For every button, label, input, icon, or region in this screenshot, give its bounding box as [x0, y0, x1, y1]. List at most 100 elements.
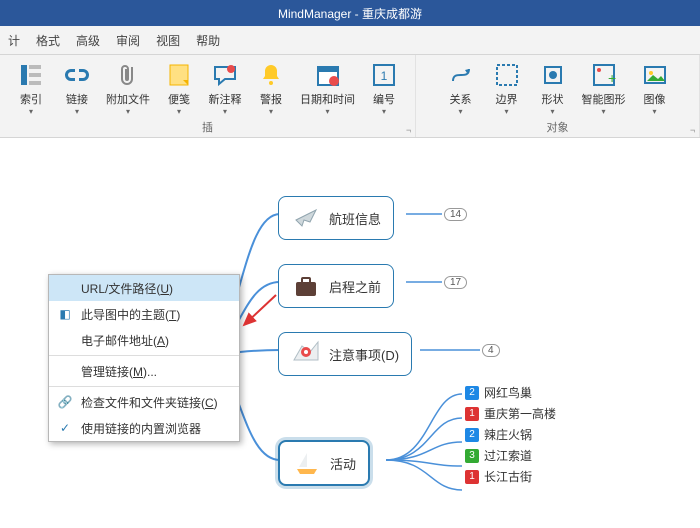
subtopic-label: 辣庄火锅 [484, 426, 532, 443]
dropdown-item[interactable]: 管理链接(M)... [49, 358, 239, 384]
subtopic[interactable]: 1重庆第一高楼 [465, 405, 556, 422]
app-title: MindManager - 重庆成都游 [278, 5, 422, 22]
subtopic-label: 过江索道 [484, 447, 532, 464]
ribbon-attach-button[interactable]: 附加文件 ▾ [100, 59, 156, 115]
relation-icon [447, 61, 475, 89]
menu-item-label: URL/文件路径(U) [81, 280, 173, 297]
chevron-down-icon: ▾ [458, 109, 462, 115]
chevron-down-icon: ▾ [325, 109, 329, 115]
ribbon-image-button[interactable]: 图像▾ [632, 59, 678, 115]
chevron-down-icon: ▾ [550, 109, 554, 115]
topic-count-badge: 14 [444, 208, 467, 221]
number-icon: 1 [370, 61, 398, 89]
ribbon-button-label: 附加文件 [106, 91, 150, 107]
ribbon-group-label: 插 [0, 119, 415, 137]
subtopic[interactable]: 1长江古街 [465, 468, 556, 485]
menu-item[interactable]: 视图 [156, 32, 180, 49]
chevron-down-icon: ▾ [126, 109, 130, 115]
subtopic[interactable]: 2 辣庄火锅 [465, 426, 556, 443]
attach-icon [114, 61, 142, 89]
ribbon-button-label: 编号 [373, 91, 395, 107]
chevron-down-icon: ▾ [223, 109, 227, 115]
link-icon [63, 61, 91, 89]
svg-text:+: + [608, 70, 616, 86]
ribbon-button-label: 新注释 [209, 91, 242, 107]
comment-icon [211, 61, 239, 89]
chevron-down-icon: ▾ [269, 109, 273, 115]
ribbon-bell-button[interactable]: 警报 ▾ [248, 59, 294, 115]
ribbon-button-label: 便笺 [168, 91, 190, 107]
subtopic-label: 网红鸟巢 [484, 384, 532, 401]
menu-item[interactable]: 格式 [36, 32, 60, 49]
menu-item-label: 电子邮件地址(A) [81, 332, 169, 349]
priority-badge: 2 [465, 386, 479, 400]
ribbon-note-button[interactable]: 便笺▾ [156, 59, 202, 115]
chevron-down-icon: ▾ [382, 109, 386, 115]
map-pin-icon [291, 339, 321, 369]
ribbon-relation-button[interactable]: 关系 ▾ [438, 59, 484, 115]
menu-item-icon [57, 363, 73, 379]
ribbon-link-button[interactable]: 链接 ▾ [54, 59, 100, 115]
subtopic[interactable]: 3 过江索道 [465, 447, 556, 464]
dropdown-item[interactable]: ✓使用链接的内置浏览器 [49, 415, 239, 441]
shape-icon [539, 61, 567, 89]
ribbon-boundary-button[interactable]: 边界▾ [484, 59, 530, 115]
ribbon-button-label: 形状 [542, 91, 564, 107]
menu-item-label: 管理链接(M)... [81, 363, 157, 380]
topic-label: 注意事项(D) [329, 345, 399, 364]
topic-label: 活动 [330, 454, 356, 473]
ribbon-comment-button[interactable]: 新注释 ▾ [202, 59, 248, 115]
topic-label: 启程之前 [329, 277, 381, 296]
priority-badge: 3 [465, 449, 479, 463]
menu-item[interactable]: 计 [8, 32, 20, 49]
dropdown-item[interactable]: ◧此导图中的主题(T) [49, 301, 239, 327]
topic-label: 航班信息 [329, 209, 381, 228]
title-bar: MindManager - 重庆成都游 [0, 0, 700, 26]
ribbon-button-label: 智能图形 [582, 91, 626, 107]
menu-item[interactable]: 高级 [76, 32, 100, 49]
subtopic-label: 重庆第一高楼 [484, 405, 556, 422]
calendar-icon [314, 61, 342, 89]
topic-before[interactable]: 启程之前 [278, 264, 394, 308]
annotation-arrow [240, 293, 280, 333]
ribbon-number-button[interactable]: 1 编号 ▾ [361, 59, 407, 115]
ribbon-button-label: 警报 [260, 91, 282, 107]
briefcase-icon [291, 271, 321, 301]
ribbon-index-button[interactable]: 索引▾ [8, 59, 54, 115]
menu-item-icon: ✓ [57, 420, 73, 436]
topic-flight[interactable]: 航班信息 [278, 196, 394, 240]
subtopic-list: 2 网红鸟巢 1重庆第一高楼 2 辣庄火锅 3 过江索道 1长江古街 [465, 380, 556, 489]
priority-badge: 2 [465, 428, 479, 442]
chevron-down-icon: ▾ [75, 109, 79, 115]
smartshape-icon: + [590, 61, 618, 89]
dropdown-item[interactable]: 电子邮件地址(A) [49, 327, 239, 353]
chevron-down-icon: ▾ [504, 109, 508, 115]
menu-item-label: 此导图中的主题(T) [81, 306, 180, 323]
ribbon: 索引▾链接▾附加文件▾便笺▾新注释▾警报▾日期和时间▾1编号▾ 插 关系▾边界▾… [0, 55, 700, 138]
boundary-icon [493, 61, 521, 89]
topic-count-badge: 17 [444, 276, 467, 289]
index-icon [17, 61, 45, 89]
note-icon [165, 61, 193, 89]
menu-item[interactable]: 帮助 [196, 32, 220, 49]
ribbon-shape-button[interactable]: 形状 ▾ [530, 59, 576, 115]
ribbon-button-label: 日期和时间 [300, 91, 355, 107]
mindmap-canvas[interactable]: 重庆成都游 航班信息 14 启程之前 17 注意事项(D) 4 活动 2网红鸟巢… [0, 138, 700, 528]
menu-item[interactable]: 审阅 [116, 32, 140, 49]
topic-notes[interactable]: 注意事项(D) [278, 332, 412, 376]
ribbon-button-label: 链接 [66, 91, 88, 107]
ribbon-calendar-button[interactable]: 日期和时间 ▾ [294, 59, 361, 115]
ribbon-smartshape-button[interactable]: + 智能图形 ▾ [576, 59, 632, 115]
subtopic-label: 长江古街 [484, 468, 532, 485]
ribbon-button-label: 关系 [450, 91, 472, 107]
topic-activity[interactable]: 活动 [278, 440, 370, 486]
airplane-icon [291, 203, 321, 233]
chevron-down-icon: ▾ [601, 109, 605, 115]
menu-item-icon: 🔗 [57, 394, 73, 410]
subtopic[interactable]: 2 网红鸟巢 [465, 384, 556, 401]
dropdown-item[interactable]: 🔗 检查文件和文件夹链接(C) [49, 389, 239, 415]
image-icon [641, 61, 669, 89]
menu-item-label: 检查文件和文件夹链接(C) [81, 394, 218, 411]
sailboat-icon [292, 448, 322, 478]
dropdown-item[interactable]: URL/文件路径(U) [49, 275, 239, 301]
